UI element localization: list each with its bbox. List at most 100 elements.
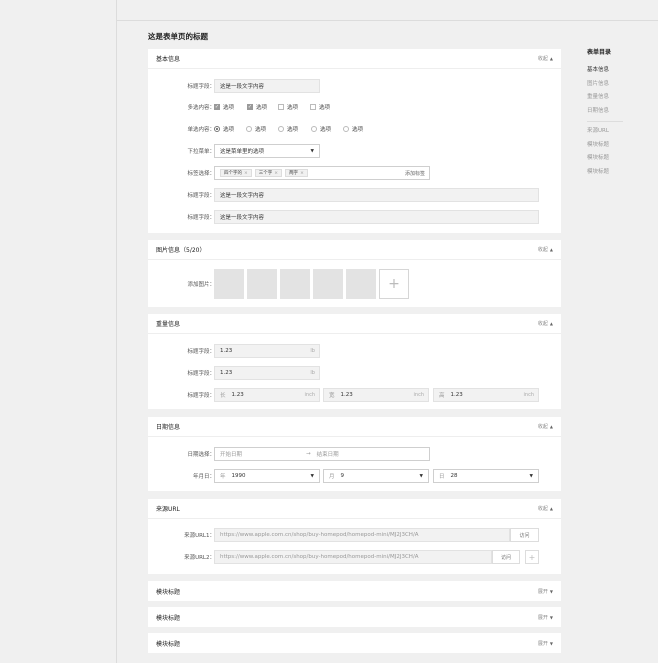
expand-toggle[interactable]: 展开 ▼ [538,640,553,647]
weight-input[interactable]: 1.23 lb [214,366,320,380]
section-title: 模块标题 [156,588,181,596]
add-url-button[interactable]: + [525,550,539,564]
radio-icon [311,126,317,132]
caret-down-icon: ▼ [310,148,314,154]
tag-list: 四个字的 × 三个字 × 两字 × [220,169,311,177]
year-select[interactable]: 年 1990 ▼ [214,469,320,483]
length-input[interactable]: 长 1.23 inch [214,388,320,402]
expand-toggle[interactable]: 展开 ▼ [538,588,553,595]
field-label: 标签选择： [187,171,215,177]
caret-down-icon: ▼ [549,640,553,646]
section-title: 图片信息（5/20） [156,247,206,254]
url-input[interactable]: https://www.apple.com.cn/shop/buy-homepo… [214,528,510,542]
url-input[interactable]: https://www.apple.com.cn/shop/buy-homepo… [214,550,492,564]
date-range-picker[interactable]: 开始日期 → 结束日期 [214,447,430,461]
title-input[interactable]: 这是一段文字内容 [214,210,539,224]
plus-icon: + [528,552,536,562]
caret-up-icon: ▲ [549,247,553,252]
toc-item[interactable]: 图片信息 [587,78,627,92]
width-input[interactable]: 宽 1.23 inch [323,388,429,402]
close-icon[interactable]: × [274,171,278,176]
toc-item[interactable]: 日期信息 [587,105,627,119]
radio-option[interactable]: 选项 [343,125,363,133]
collapse-toggle[interactable]: 收起 ▲ [538,505,553,512]
visit-button[interactable]: 访问 [492,550,520,564]
toc-item[interactable]: 模块标题 [587,166,627,180]
image-thumbnail[interactable] [346,269,376,299]
tag-input[interactable]: 四个字的 × 三个字 × 两字 × 添加标签 [214,166,430,180]
radio-icon [214,126,220,132]
visit-button[interactable]: 访问 [510,528,539,542]
weight-input[interactable]: 1.23 lb [214,344,320,358]
image-thumbnail[interactable] [247,269,277,299]
collapse-toggle[interactable]: 收起 ▲ [538,55,553,62]
height-input[interactable]: 高 1.23 inch [433,388,539,402]
caret-down-icon: ▼ [419,473,423,479]
title-input[interactable]: 这是一段文字内容 [214,79,320,93]
unit-label: lb [310,370,315,376]
close-icon[interactable]: × [244,171,248,176]
tag-chip: 四个字的 × [220,169,252,177]
collapse-toggle[interactable]: 收起 ▲ [538,423,553,430]
field-label: 标题字段： [187,193,215,199]
radio-label: 选项 [255,127,267,133]
image-thumbnail[interactable] [214,269,244,299]
radio-option[interactable]: 选项 [278,125,298,133]
start-date[interactable]: 开始日期 [220,450,242,458]
radio-label: 选项 [320,127,332,133]
image-thumbnail[interactable] [313,269,343,299]
toc-title: 表单目录 [587,49,612,56]
section-title: 基本信息 [156,56,181,63]
caret-up-icon: ▲ [549,424,553,429]
checkbox-option[interactable]: 选项 [310,103,330,111]
radio-option[interactable]: 选项 [246,125,266,133]
caret-down-icon: ▼ [549,588,553,594]
checkbox-option[interactable]: 选项 [278,103,298,111]
title-input[interactable]: 这是一段文字内容 [214,188,539,202]
field-label: 日期选择： [187,452,215,458]
field-label: 单选内容： [187,127,215,133]
toc-group: 基本信息 图片信息 重量信息 日期信息 [587,64,627,118]
left-sidebar [0,0,117,663]
toc-item[interactable]: 来源URL [587,125,627,139]
expand-toggle[interactable]: 展开 ▼ [538,614,553,621]
form-toc: 表单目录 基本信息 图片信息 重量信息 日期信息 来源URL 模块标题 模块标题 模块标题 [587,47,627,179]
checkbox-option[interactable]: ✓ 选项 [214,103,234,111]
toc-item[interactable]: 模块标题 [587,139,627,153]
checkbox-label: 选项 [223,105,235,111]
checkbox-checked-icon: ✓ [214,104,220,110]
end-date[interactable]: 结束日期 [317,450,339,458]
close-icon[interactable]: × [300,171,304,176]
add-image-button[interactable]: + [379,269,409,299]
checkbox-icon [278,104,284,110]
radio-option[interactable]: 选项 [214,125,234,133]
toc-item[interactable]: 模块标题 [587,152,627,166]
month-select[interactable]: 月 9 ▼ [323,469,429,483]
caret-up-icon: ▲ [549,506,553,511]
image-thumbnail[interactable] [280,269,310,299]
unit-label: lb [310,348,315,354]
top-header-bar [117,0,658,21]
add-tag-link[interactable]: 添加标签 [405,170,425,177]
section-title: 重量信息 [156,321,181,328]
field-label: 多选内容： [187,105,215,111]
radio-icon [343,126,349,132]
checkbox-label: 选项 [319,105,331,111]
section-images: 图片信息（5/20） 收起 ▲ 添加图片： + [148,240,561,307]
collapse-toggle[interactable]: 收起 ▲ [538,246,553,253]
field-label: 来源URL2： [184,555,215,561]
toc-item[interactable]: 重量信息 [587,91,627,105]
checkbox-option[interactable]: ✓ 选项 [247,103,267,111]
tag-chip: 两字 × [285,169,308,177]
section-weight: 重量信息 收起 ▲ 标题字段： 1.23 lb 标题字段： 1.23 lb 标题字段：… [148,314,561,409]
field-label: 标题字段： [187,371,215,377]
field-label: 下拉菜单： [187,149,215,155]
caret-down-icon: ▼ [310,473,314,479]
radio-option[interactable]: 选项 [311,125,331,133]
dropdown-select[interactable]: 这是菜单里的选项 ▼ [214,144,320,158]
day-select[interactable]: 日 28 ▼ [433,469,539,483]
section-date: 日期信息 收起 ▲ 日期选择： 开始日期 → 结束日期 年月日： 年 1990 ▼ 月… [148,417,561,491]
collapse-toggle[interactable]: 收起 ▲ [538,320,553,327]
radio-label: 选项 [352,127,364,133]
toc-item[interactable]: 基本信息 [587,64,627,78]
